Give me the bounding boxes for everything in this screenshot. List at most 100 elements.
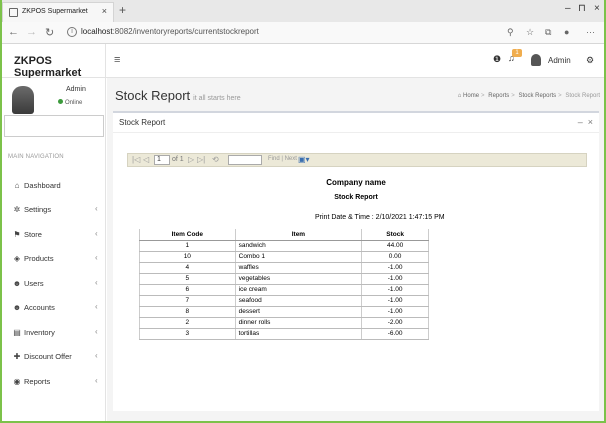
breadcrumb-current: Stock Report (565, 93, 600, 99)
table-row: 3 tortillas -6.00 (139, 328, 429, 340)
sidebar-item-label: Accounts (24, 303, 55, 312)
brand-logo[interactable]: ZKPOS Supermarket (2, 44, 106, 79)
sidebar-item-settings[interactable]: ✲ Settings ‹ (2, 202, 105, 218)
accounts-icon: ☻ (12, 303, 22, 312)
cell-stock: -1.00 (361, 284, 429, 296)
control-sidebar-icon[interactable]: ⚙ (586, 55, 594, 66)
sidebar-item-reports[interactable]: ◉ Reports ‹ (2, 374, 105, 390)
url-field[interactable]: localhost:8082/inventoryreports/currents… (81, 27, 259, 36)
sidebar-user-name: Admin (66, 86, 86, 93)
cell-stock: 0.00 (361, 251, 429, 263)
avatar[interactable] (531, 54, 541, 66)
favorites-icon[interactable]: ☆ (526, 27, 534, 38)
reports-icon: ◉ (13, 377, 21, 386)
breadcrumb-stock-reports[interactable]: Stock Reports (518, 93, 556, 99)
store-icon: ⚑ (13, 230, 21, 239)
cell-stock: -1.00 (361, 306, 429, 318)
nav-heading: MAIN NAVIGATION (8, 154, 64, 160)
browser-tab[interactable]: ZKPOS Supermarket × (2, 2, 114, 22)
cell-code: 3 (139, 328, 236, 340)
table-row: 8 dessert -1.00 (139, 306, 429, 318)
site-info-icon[interactable]: i (67, 27, 77, 37)
table-row: 7 seafood -1.00 (139, 295, 429, 307)
find-next-links[interactable]: Find | Next (268, 156, 297, 162)
prev-page-icon[interactable]: ◁ (143, 155, 149, 164)
sidebar-item-label: Discount Offer (24, 352, 72, 361)
new-tab-icon[interactable]: + (119, 3, 126, 17)
more-icon[interactable]: ··· (586, 27, 595, 37)
cell-code: 10 (139, 251, 236, 263)
collections-icon[interactable]: ⧉ (545, 27, 551, 38)
reload-icon[interactable]: ↻ (45, 26, 54, 39)
page-number-input[interactable]: 1 (154, 155, 170, 165)
online-dot-icon (58, 99, 63, 104)
sidebar-item-products[interactable]: ◈ Products ‹ (2, 251, 105, 267)
collapse-icon[interactable]: – (578, 117, 583, 127)
sidebar-toggle-icon[interactable]: ≡ (114, 54, 120, 66)
sidebar-item-label: Products (24, 254, 54, 263)
breadcrumb: ⌂ Home > Reports > Stock Reports > Stock Re… (457, 93, 600, 99)
cell-code: 2 (139, 317, 236, 329)
breadcrumb-home[interactable]: Home (463, 93, 479, 99)
user-status: Online (58, 99, 82, 106)
close-tab-icon[interactable]: × (102, 6, 107, 16)
sidebar-search-input[interactable] (4, 115, 104, 137)
dashboard-icon: ⌂ (14, 181, 20, 190)
info-icon[interactable]: ❶ (493, 54, 501, 65)
minimize-icon[interactable]: – (565, 3, 571, 14)
profile-icon[interactable]: ● (564, 27, 569, 37)
cell-item: Combo 1 (234, 251, 363, 263)
sidebar-item-label: Reports (24, 377, 51, 386)
first-page-icon[interactable]: |◁ (132, 155, 140, 164)
sidebar-item-dashboard[interactable]: ⌂ Dashboard (2, 178, 105, 194)
box-title: Stock Report (119, 118, 166, 127)
chevron-left-icon: ‹ (95, 278, 98, 287)
report-box: Stock Report – × |◁ ◁ 1 of 1 ▷ ▷| ⟲ Find… (113, 111, 599, 411)
gear-icon: ✲ (13, 205, 21, 214)
report-title: Stock Report (334, 194, 378, 201)
remove-icon[interactable]: × (588, 117, 593, 127)
cell-item: tortillas (234, 328, 363, 340)
cell-item: dessert (234, 306, 363, 318)
page-title: Stock Report it all starts here (115, 88, 241, 103)
sidebar-item-users[interactable]: ☻ Users ‹ (2, 276, 105, 292)
column-header: Stock (361, 229, 429, 241)
chevron-left-icon: ‹ (95, 253, 98, 262)
table-row: 10 Combo 1 0.00 (139, 251, 429, 263)
report-company-name: Company name (326, 178, 386, 187)
find-input[interactable] (228, 155, 262, 165)
sidebar-item-discount-offer[interactable]: ✚ Discount Offer ‹ (2, 349, 105, 365)
read-aloud-icon[interactable]: ⚲ (507, 27, 514, 38)
table-row: 5 vegetables -1.00 (139, 273, 429, 285)
cell-code: 1 (139, 240, 236, 252)
header-user-name[interactable]: Admin (548, 56, 571, 65)
stock-table: Item Code Item Stock 1 sandwich 44.00 10 Com… (139, 229, 429, 340)
breadcrumb-reports[interactable]: Reports (488, 93, 509, 99)
table-header-row: Item Code Item Stock (139, 229, 429, 241)
back-icon[interactable]: ← (8, 26, 19, 38)
cell-stock: -1.00 (361, 295, 429, 307)
cell-code: 6 (139, 284, 236, 296)
sidebar-item-label: Inventory (24, 328, 55, 337)
forward-icon[interactable]: → (26, 26, 37, 38)
sidebar: Admin Online MAIN NAVIGATION ⌂ Dashboard ✲… (2, 78, 106, 423)
sidebar-item-store[interactable]: ⚑ Store ‹ (2, 227, 105, 243)
next-page-icon[interactable]: ▷ (188, 155, 194, 164)
cell-code: 7 (139, 295, 236, 307)
sidebar-item-inventory[interactable]: ▤ Inventory ‹ (2, 325, 105, 341)
cell-stock: -1.00 (361, 262, 429, 274)
cell-code: 8 (139, 306, 236, 318)
browser-tab-strip: ZKPOS Supermarket × + – ⊓ × (0, 0, 606, 22)
home-icon: ⌂ (457, 93, 462, 99)
chevron-left-icon: ‹ (95, 376, 98, 385)
main-content: Stock Report it all starts here ⌂ Home > R… (107, 78, 604, 423)
app-header: ZKPOS Supermarket ≡ ❶ ♫ 1 Admin ⚙ (2, 44, 604, 79)
export-icon[interactable]: ▣▾ (298, 155, 310, 164)
back-to-parent-icon[interactable]: ⟲ (212, 155, 219, 164)
close-window-icon[interactable]: × (594, 3, 600, 14)
users-icon: ☻ (12, 279, 22, 288)
last-page-icon[interactable]: ▷| (197, 155, 205, 164)
restore-icon[interactable]: ⊓ (578, 3, 586, 14)
sidebar-item-accounts[interactable]: ☻ Accounts ‹ (2, 300, 105, 316)
sidebar-item-label: Store (24, 230, 42, 239)
